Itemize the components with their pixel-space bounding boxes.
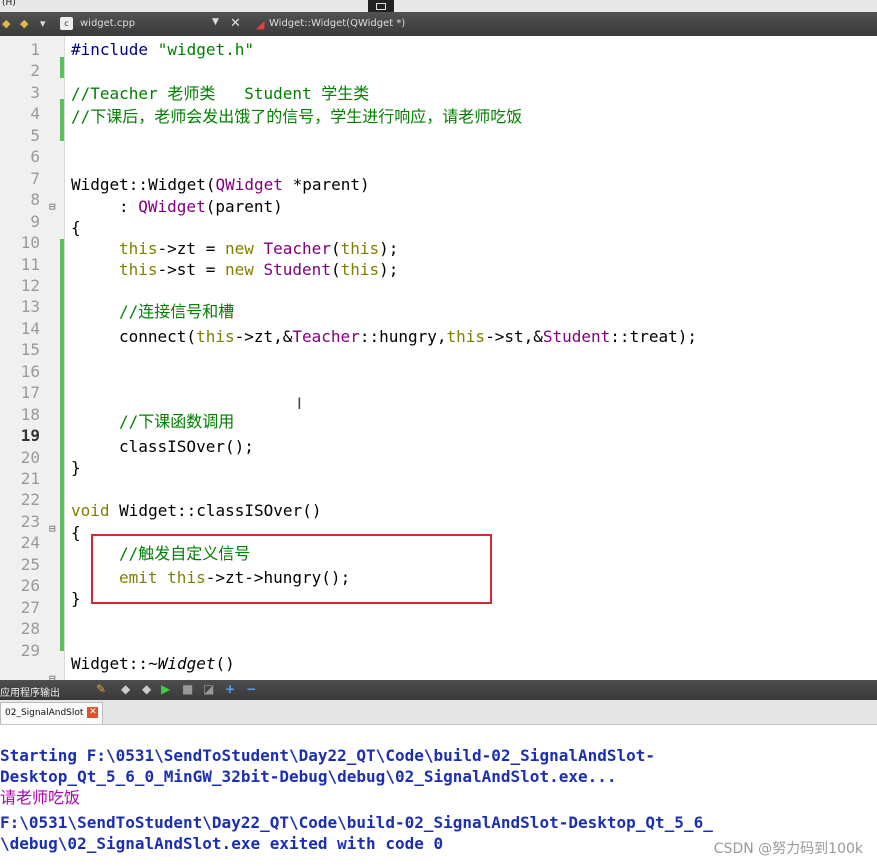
menu-help[interactable]: (H)	[2, 0, 16, 8]
line-number: 5	[30, 126, 40, 145]
code-line-1: #include "widget.h"	[71, 40, 255, 59]
code-line-10: this->zt = new Teacher(this);	[119, 239, 399, 258]
line-number: 13	[20, 297, 40, 316]
line-number: 10	[20, 233, 40, 252]
line-number: 21	[20, 469, 40, 488]
line-number: 23	[20, 512, 40, 531]
code-line-26: }	[71, 589, 81, 608]
code-line-11: this->st = new Student(this);	[119, 260, 399, 279]
code-editor[interactable]: ⊟ ⊟ ⊟ 1 2 3 4 5 6 7 8 9 10 11 12 13 14 15 16 17 18 19 20 21 2…	[0, 36, 877, 685]
line-number: 16	[20, 362, 40, 381]
next-item-icon[interactable]: ◆	[142, 682, 151, 696]
run-icon[interactable]: ▶	[161, 682, 170, 696]
highlight-box	[91, 534, 492, 604]
output-tab[interactable]: 02_SignalAndSlot ✕	[0, 702, 104, 724]
line-number: 1	[30, 40, 40, 59]
zoom-in-icon[interactable]: +	[225, 682, 235, 696]
line-number: 14	[20, 319, 40, 338]
change-marker	[60, 57, 64, 78]
line-number: 26	[20, 576, 40, 595]
code-line-7: Widget::Widget(QWidget *parent)	[71, 175, 370, 194]
function-icon: ◢	[256, 18, 265, 31]
output-line: Desktop_Qt_5_6_0_MinGW_32bit-Debug\debug…	[0, 767, 617, 786]
code-line-18: //下课函数调用	[119, 412, 235, 431]
nav-menu-icon[interactable]: ▾	[40, 17, 46, 30]
output-line: 请老师吃饭	[0, 788, 81, 807]
line-number: 28	[20, 619, 40, 638]
function-selector[interactable]: Widget::Widget(QWidget *)	[269, 18, 405, 29]
line-number-gutter: ⊟ ⊟ ⊟ 1 2 3 4 5 6 7 8 9 10 11 12 13 14 15 16 17 18 19 20 21 2…	[0, 36, 65, 685]
back-arrow-icon[interactable]: ◆	[2, 17, 10, 30]
line-number: 12	[20, 276, 40, 295]
line-number: 2	[30, 61, 40, 80]
line-number: 24	[20, 533, 40, 552]
code-line-9: {	[71, 218, 81, 237]
close-tab-icon[interactable]: ✕	[87, 707, 99, 718]
output-panel-header: 应用程序输出 ✎ ◆ ◆ ▶ ■ ◪ + −	[0, 680, 877, 700]
line-number: 18	[20, 405, 40, 424]
line-number: 20	[20, 448, 40, 467]
output-line: \debug\02_SignalAndSlot.exe exited with …	[0, 834, 444, 853]
line-number: 7	[30, 169, 40, 188]
previous-item-icon[interactable]: ◆	[121, 682, 130, 696]
file-name[interactable]: widget.cpp	[80, 18, 135, 29]
cpp-file-icon: c	[60, 17, 73, 30]
change-marker	[60, 479, 64, 651]
fold-toggle-icon[interactable]: ⊟	[49, 522, 56, 535]
line-number: 11	[20, 255, 40, 274]
code-line-20: }	[71, 458, 81, 477]
stop-icon[interactable]: ■	[182, 682, 193, 696]
zoom-out-icon[interactable]: −	[246, 682, 256, 696]
line-number: 29	[20, 641, 40, 660]
change-marker	[60, 99, 64, 141]
line-number: 27	[20, 598, 40, 617]
line-number: 8	[30, 190, 40, 209]
code-line-19: classISOver();	[119, 437, 254, 456]
fold-toggle-icon[interactable]: ⊟	[49, 200, 56, 213]
change-marker	[60, 239, 64, 479]
output-tab-label: 02_SignalAndSlot	[5, 708, 84, 718]
code-line-14: connect(this->zt,&Teacher::hungry,this->…	[119, 327, 697, 346]
forward-arrow-icon[interactable]: ◆	[20, 17, 28, 30]
line-number: 4	[30, 104, 40, 123]
code-line-8: : QWidget(parent)	[119, 197, 283, 216]
output-line: Starting F:\0531\SendToStudent\Day22_QT\…	[0, 746, 656, 765]
output-line: F:\0531\SendToStudent\Day22_QT\Code\buil…	[0, 813, 713, 832]
code-line-4: //下课后，老师会发出饿了的信号，学生进行响应，请老师吃饭	[71, 107, 523, 126]
line-number: 22	[20, 490, 40, 509]
line-number: 6	[30, 147, 40, 166]
line-number: 3	[30, 83, 40, 102]
line-number: 25	[20, 555, 40, 574]
line-number: 17	[20, 383, 40, 402]
attach-icon[interactable]: ◪	[203, 682, 214, 696]
close-file-icon[interactable]: ✕	[230, 16, 241, 31]
title-strip: (H)	[0, 0, 877, 14]
line-number: 9	[30, 212, 40, 231]
code-line-23: {	[71, 523, 81, 542]
editor-toolbar: ◆ ◆ ▾ c widget.cpp ▼ ✕ ◢ Widget::Widget(…	[0, 12, 877, 36]
output-panel-title: 应用程序输出	[0, 688, 60, 699]
line-number: 15	[20, 340, 40, 359]
code-line-3: //Teacher 老师类 Student 学生类	[71, 84, 370, 103]
code-line-22: void Widget::classISOver()	[71, 501, 322, 520]
clear-output-icon[interactable]: ✎	[96, 682, 106, 696]
code-line-13: //连接信号和槽	[119, 302, 235, 321]
file-dropdown-icon[interactable]: ▼	[212, 17, 219, 27]
watermark: CSDN @努力码到100k	[713, 841, 863, 857]
line-number: 19	[20, 426, 40, 445]
code-line-29: Widget::~Widget()	[71, 654, 235, 673]
output-tabs: 02_SignalAndSlot ✕	[0, 700, 877, 725]
text-cursor-icon: I	[297, 394, 302, 413]
